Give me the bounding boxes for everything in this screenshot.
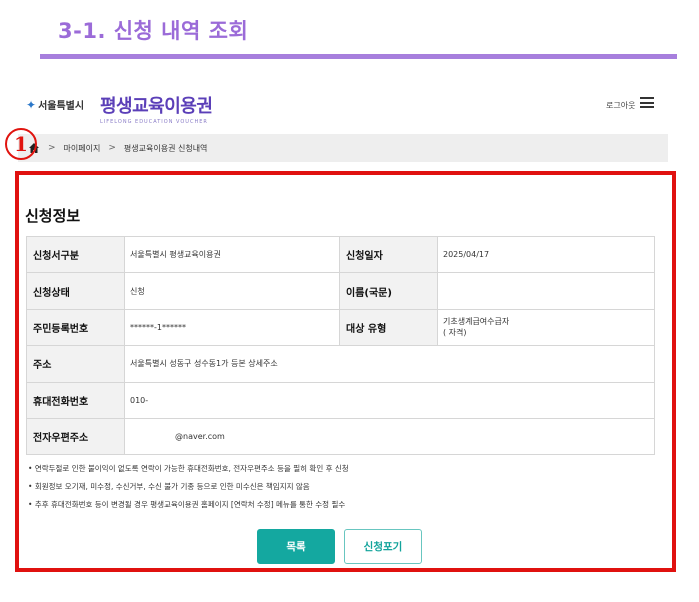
value-address: 서울특별시 성동구 성수동1가 등본 상세주소: [124, 345, 655, 383]
value-application-date: 2025/04/17: [437, 235, 655, 274]
brand-logo[interactable]: 평생교육이용권 LIFELONG EDUCATION VOUCHER: [100, 92, 213, 125]
notice-item: 추후 휴대전화번호 등이 변경될 경우 평생교육이용권 홈페이지 [연락처 수정…: [28, 496, 349, 514]
annotation-number: 1: [5, 128, 37, 160]
label-application-date: 신청일자: [339, 235, 438, 274]
seoul-logo[interactable]: ✦ 서울특별시: [26, 97, 84, 112]
chevron-right-icon: >: [48, 143, 56, 153]
breadcrumb-current[interactable]: 평생교육이용권 신청내역: [124, 143, 208, 154]
target-type-line2: ( 자격): [443, 328, 467, 338]
table-row: 신청상태 신청 이름(국문): [26, 272, 655, 310]
table-row: 주소 서울특별시 성동구 성수동1가 등본 상세주소: [26, 345, 655, 383]
notice-list: 연락두절로 인한 불이익이 없도록 연락이 가능한 휴대전화번호, 전자우편주소…: [28, 460, 349, 514]
label-target-type: 대상 유형: [339, 308, 438, 347]
table-row: 신청서구분 서울특별시 평생교육이용권 신청일자 2025/04/17: [26, 235, 655, 274]
value-mobile-phone: 010-: [124, 381, 655, 419]
chevron-right-icon: >: [108, 143, 116, 153]
seoul-mark-icon: ✦: [26, 98, 37, 112]
value-target-type: 기초생계급여수급자 ( 자격): [437, 308, 655, 347]
brand-name: 평생교육이용권: [100, 96, 213, 117]
application-info-table: 신청서구분 서울특별시 평생교육이용권 신청일자 2025/04/17 신청상태…: [26, 235, 655, 456]
value-korean-name: [437, 272, 655, 310]
table-row: 휴대전화번호 010-: [26, 381, 655, 419]
doc-title-rule: [40, 54, 677, 59]
value-resident-number: ******-1******: [124, 308, 340, 347]
value-email: @naver.com: [124, 417, 655, 456]
label-application-status: 신청상태: [26, 272, 125, 310]
label-korean-name: 이름(국문): [339, 272, 438, 310]
section-title: 신청정보: [25, 207, 81, 225]
label-mobile-phone: 휴대전화번호: [26, 381, 125, 419]
brand-subtitle: LIFELONG EDUCATION VOUCHER: [100, 119, 208, 125]
withdraw-application-button[interactable]: 신청포기: [344, 529, 422, 564]
label-email: 전자우편주소: [26, 417, 125, 456]
hamburger-icon[interactable]: [640, 97, 654, 108]
notice-item: 연락두절로 인한 불이익이 없도록 연락이 가능한 휴대전화번호, 전자우편주소…: [28, 460, 349, 478]
list-button[interactable]: 목록: [257, 529, 335, 564]
label-resident-number: 주민등록번호: [26, 308, 125, 347]
label-address: 주소: [26, 345, 125, 383]
logout-link[interactable]: 로그아웃: [606, 100, 635, 111]
doc-title: 3-1. 신청 내역 조회: [58, 19, 249, 43]
value-application-status: 신청: [124, 272, 340, 310]
value-application-type: 서울특별시 평생교육이용권: [124, 235, 340, 274]
target-type-line1: 기초생계급여수급자: [443, 317, 510, 327]
table-row: 전자우편주소 @naver.com: [26, 417, 655, 456]
notice-item: 회원정보 오기재, 미수정, 수신거부, 수신 불가 기종 등으로 인한 미수신…: [28, 478, 349, 496]
site-header: ✦ 서울특별시 평생교육이용권 LIFELONG EDUCATION VOUCHE…: [18, 78, 678, 130]
breadcrumb-mypage[interactable]: 마이페이지: [64, 143, 101, 154]
seoul-logo-text: 서울특별시: [38, 101, 85, 112]
label-application-type: 신청서구분: [26, 235, 125, 274]
breadcrumb: > 마이페이지 > 평생교육이용권 신청내역: [18, 134, 668, 162]
table-row: 주민등록번호 ******-1****** 대상 유형 기초생계급여수급자 ( …: [26, 308, 655, 347]
